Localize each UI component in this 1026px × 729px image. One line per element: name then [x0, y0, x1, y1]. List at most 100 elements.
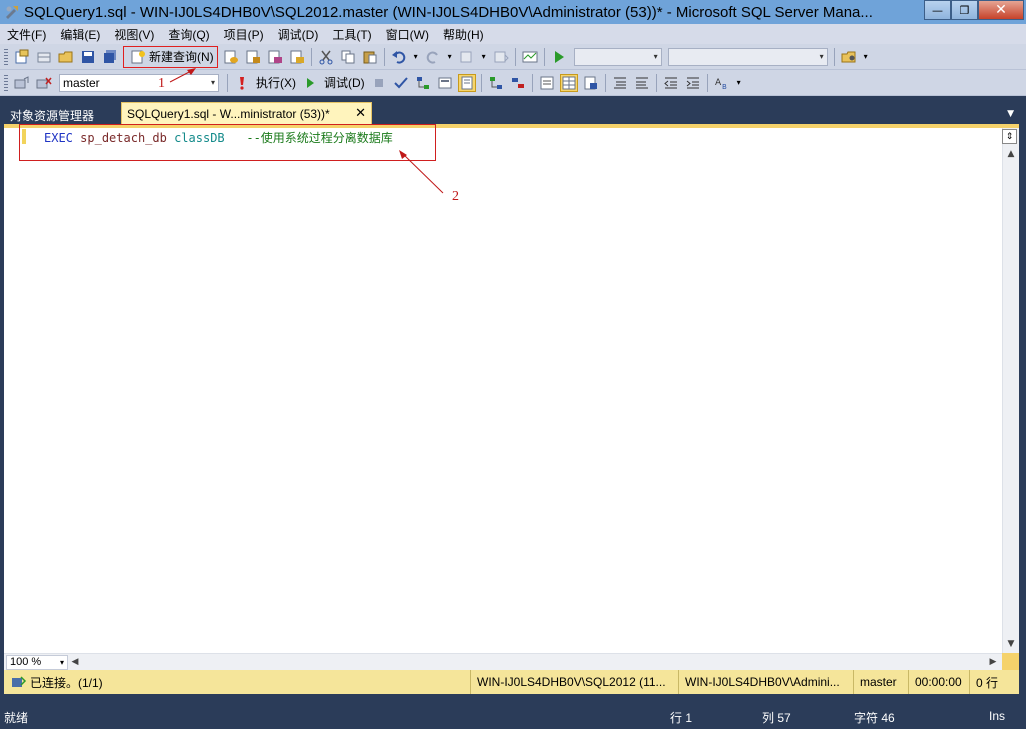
increase-indent-icon[interactable] [684, 74, 702, 92]
undo-icon[interactable] [390, 48, 408, 66]
status-line: 行 1 [670, 711, 693, 725]
scroll-up-icon[interactable]: ▲ [1003, 146, 1019, 162]
horizontal-scrollbar[interactable]: 100 % ▾ ◀ ▶ [4, 653, 1002, 670]
cut-icon[interactable] [317, 48, 335, 66]
toolbar-separator [706, 73, 708, 92]
properties-window-icon[interactable] [840, 48, 858, 66]
open-file-icon[interactable] [57, 48, 75, 66]
menu-file[interactable]: 文件(F) [0, 26, 53, 43]
results-to-grid-icon[interactable] [559, 73, 578, 92]
menu-window[interactable]: 窗口(W) [379, 26, 436, 43]
toolbar-separator [310, 47, 312, 66]
specify-template-values-icon[interactable]: AB [713, 74, 731, 92]
query-options-icon[interactable] [436, 74, 454, 92]
results-to-text-icon[interactable] [538, 74, 556, 92]
close-button[interactable]: ✕ [978, 0, 1024, 20]
xmla-query-icon[interactable] [288, 48, 306, 66]
document-tab-strip: 对象资源管理器 SQLQuery1.sql - W...ministrator … [0, 97, 1026, 124]
tab-sqlquery1[interactable]: SQLQuery1.sql - W...ministrator (53))* ✕ [121, 102, 372, 124]
new-query-button[interactable]: 新建查询(N) [123, 45, 218, 68]
toolbar-separator [383, 47, 385, 66]
toolbar-grip[interactable] [4, 74, 8, 91]
new-query-icon [129, 48, 147, 66]
navigate-dropdown-icon[interactable]: ▾ [480, 48, 488, 66]
cancel-query-icon[interactable] [370, 74, 388, 92]
save-icon[interactable] [79, 48, 97, 66]
display-estimated-plan-icon[interactable] [414, 74, 432, 92]
db-engine-query-icon[interactable] [222, 48, 240, 66]
ssms-app-icon [3, 3, 21, 21]
svg-text:A: A [715, 78, 722, 88]
new-project-icon[interactable] [13, 48, 31, 66]
scroll-down-icon[interactable]: ▼ [1003, 636, 1019, 652]
new-query-label: 新建查询(N) [149, 50, 214, 64]
toolbar-separator [655, 73, 657, 92]
execute-button[interactable]: 执行(X) [256, 74, 296, 91]
toolbar-separator [604, 73, 606, 92]
debug-play-icon[interactable] [301, 74, 319, 92]
solution-platform-combo[interactable]: ▾ [667, 47, 828, 66]
menu-view[interactable]: 视图(V) [107, 26, 161, 43]
vertical-scrollbar[interactable]: ▲ ▼ [1002, 128, 1019, 653]
restore-button[interactable]: ❐ [951, 0, 978, 20]
menu-tools[interactable]: 工具(T) [325, 26, 378, 43]
toolbar-grip[interactable] [4, 48, 8, 65]
connected-text: 已连接。(1/1) [30, 675, 103, 690]
solution-config-combo[interactable]: ▾ [573, 47, 662, 66]
include-actual-plan-icon[interactable] [487, 74, 505, 92]
toolbar-options-icon[interactable]: ▾ [735, 74, 743, 92]
title-bar: SQLQuery1.sql - WIN-IJ0LS4DHB0V\SQL2012.… [0, 0, 1026, 24]
toolbar-separator [480, 73, 482, 92]
paste-icon[interactable] [361, 48, 379, 66]
connection-status: 已连接。(1/1) [4, 673, 470, 691]
status-user: WIN-IJ0LS4DHB0V\Admini... [678, 670, 853, 694]
menu-help[interactable]: 帮助(H) [436, 26, 491, 43]
copy-icon[interactable] [339, 48, 357, 66]
activity-monitor-icon[interactable] [521, 48, 539, 66]
save-all-icon[interactable] [101, 48, 119, 66]
menu-debug[interactable]: 调试(D) [271, 26, 326, 43]
redo-dropdown-icon[interactable]: ▾ [446, 48, 454, 66]
parse-checkmark-icon[interactable] [392, 74, 410, 92]
zoom-combo[interactable]: 100 % ▾ [6, 654, 68, 670]
toolbar-separator [543, 47, 545, 66]
add-item-icon[interactable] [35, 48, 53, 66]
tab-close-icon[interactable]: ✕ [355, 105, 366, 121]
toolbar-options-icon[interactable]: ▾ [862, 48, 870, 66]
tab-sqlquery1-label: SQLQuery1.sql - W...ministrator (53))* [127, 106, 330, 121]
uncomment-icon[interactable] [633, 74, 651, 92]
intellisense-enabled-icon[interactable] [457, 73, 476, 92]
tab-list-dropdown-icon[interactable]: ▼ [1007, 109, 1014, 119]
split-editor-icon[interactable]: ⇕ [1002, 129, 1017, 144]
change-connection-icon[interactable] [35, 74, 53, 92]
decrease-indent-icon[interactable] [662, 74, 680, 92]
menu-edit[interactable]: 编辑(E) [53, 26, 107, 43]
window-title: SQLQuery1.sql - WIN-IJ0LS4DHB0V\SQL2012.… [24, 3, 873, 21]
minimize-button[interactable]: — [924, 0, 951, 20]
scroll-right-icon[interactable]: ▶ [986, 655, 1000, 670]
redo-icon[interactable] [424, 48, 442, 66]
scroll-left-icon[interactable]: ◀ [68, 655, 82, 670]
results-to-file-icon[interactable] [582, 74, 600, 92]
navigate-backward-icon[interactable] [458, 48, 476, 66]
debug-button[interactable]: 调试(D) [324, 74, 365, 91]
navigate-forward-icon[interactable] [492, 48, 510, 66]
undo-dropdown-icon[interactable]: ▾ [412, 48, 420, 66]
include-live-statistics-icon[interactable] [509, 74, 527, 92]
toolbar-separator [227, 73, 228, 92]
analysis-dmx-query-icon[interactable] [266, 48, 284, 66]
toolbar-separator [514, 47, 516, 66]
query-editor[interactable] [4, 128, 1002, 653]
selected-database: master [63, 75, 100, 90]
menu-project[interactable]: 项目(P) [217, 26, 271, 43]
comment-out-icon[interactable] [611, 74, 629, 92]
available-databases-combo[interactable]: master ▾ [59, 73, 219, 92]
connect-icon[interactable] [13, 74, 31, 92]
tab-object-explorer[interactable]: 对象资源管理器 [10, 107, 94, 124]
start-debugging-icon[interactable] [550, 48, 568, 66]
status-row-count: 0 行 [969, 670, 1013, 694]
analysis-mdx-query-icon[interactable] [244, 48, 262, 66]
zoom-dropdown-icon: ▾ [59, 657, 64, 667]
execute-icon[interactable] [233, 74, 251, 92]
menu-query[interactable]: 查询(Q) [161, 26, 216, 43]
